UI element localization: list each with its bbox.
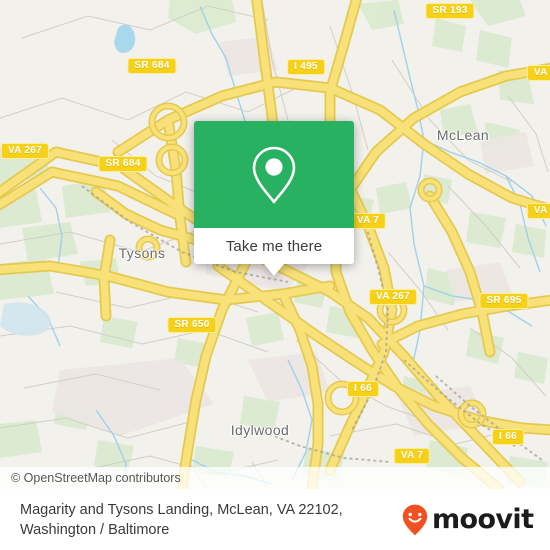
popup-tail-pointer	[264, 264, 284, 276]
road-shield-i-495[interactable]: I 495	[287, 59, 325, 75]
popup-header	[194, 121, 354, 228]
map-place-label-tysons: Tysons	[118, 245, 166, 261]
map-place-label-mclean: McLean	[436, 127, 490, 143]
moovit-pin-icon	[402, 504, 428, 535]
page-title: Magarity and Tysons Landing, McLean, VA …	[20, 501, 343, 538]
map-canvas[interactable]: McLean Tysons Idylwood SR 193 SR 684 I 4…	[0, 0, 550, 489]
road-shield-va-7-s[interactable]: VA 7	[393, 448, 431, 464]
map-attribution-bar: © OpenStreetMap contributors	[0, 467, 550, 489]
road-shield-i-66-w[interactable]: I 66	[347, 381, 379, 397]
page-footer: Magarity and Tysons Landing, McLean, VA …	[0, 489, 550, 550]
moovit-wordmark-text: moovit	[432, 505, 534, 535]
map-pin-icon	[252, 146, 296, 203]
take-me-there-label: Take me there	[225, 237, 323, 255]
road-shield-va-267-c[interactable]: VA 267	[368, 289, 418, 305]
road-shield-va-7-e[interactable]: VA 7	[526, 203, 550, 219]
openstreetmap-attribution[interactable]: © OpenStreetMap contributors	[0, 471, 181, 485]
take-me-there-button[interactable]: Take me there	[194, 228, 354, 264]
moovit-logo[interactable]: moovit	[402, 504, 550, 536]
road-shield-va-267-w[interactable]: VA 267	[0, 143, 50, 159]
road-shield-i-66-e[interactable]: I 66	[492, 429, 524, 445]
road-shield-va-7-ne[interactable]: VA 7	[526, 65, 550, 81]
road-shield-sr-684-n[interactable]: SR 684	[127, 58, 177, 74]
map-place-label-idylwood: Idylwood	[230, 422, 290, 438]
road-shield-sr-684-s[interactable]: SR 684	[98, 156, 148, 172]
road-shield-sr-695[interactable]: SR 695	[479, 293, 529, 309]
road-shield-sr-650[interactable]: SR 650	[167, 317, 217, 333]
moovit-place-card: McLean Tysons Idylwood SR 193 SR 684 I 4…	[0, 0, 550, 550]
location-popup-card[interactable]: Take me there	[194, 121, 354, 276]
moovit-wordmark: moovit	[432, 505, 535, 535]
road-shield-sr-193[interactable]: SR 193	[425, 3, 475, 19]
road-shield-va-7-c[interactable]: VA 7	[349, 213, 387, 229]
